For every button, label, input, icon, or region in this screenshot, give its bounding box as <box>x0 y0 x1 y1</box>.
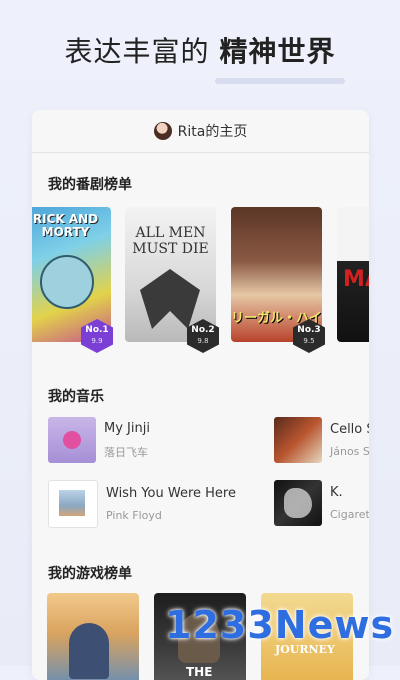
hero-title: 表达丰富的 精神世界 <box>0 30 400 70</box>
drama-poster-text: MA <box>343 267 369 292</box>
hero-title-normal: 表达丰富的 <box>64 35 220 68</box>
drama-poster-text: RICK AND MORTY <box>32 212 99 239</box>
profile-card: Rita的主页 我的番剧榜单 RICK AND MORTY No.1 9.9 A… <box>32 110 369 680</box>
section-title-games: 我的游戏榜单 <box>48 566 132 582</box>
hero-underline <box>215 78 345 84</box>
album-art-hands <box>284 488 312 518</box>
song-artist: 落日飞车 <box>104 445 148 459</box>
character-art <box>40 255 94 309</box>
section-title-dramas: 我的番剧榜单 <box>48 177 132 193</box>
song-artist: Cigaret <box>330 508 369 521</box>
game-poster-1[interactable] <box>47 593 139 680</box>
drama-poster-4[interactable]: MA <box>337 207 369 342</box>
avatar[interactable] <box>153 122 172 140</box>
character-art <box>69 623 109 679</box>
game-poster-text: THE <box>186 665 213 679</box>
song-artist: Pink Floyd <box>106 509 162 522</box>
rank-label: No.3 <box>297 325 321 335</box>
album-art-photo <box>59 490 85 516</box>
rank-label: No.1 <box>85 325 109 335</box>
hero-title-bold: 精神世界 <box>219 35 336 68</box>
album-art-dot <box>63 431 81 449</box>
album-cover <box>48 417 96 463</box>
profile-name: Rita的主页 <box>177 124 248 140</box>
album-cover <box>48 480 98 528</box>
rank-score: 9.8 <box>197 337 209 345</box>
music-item-2[interactable]: Cello S János S <box>274 417 369 463</box>
rank-score: 9.5 <box>303 337 315 345</box>
song-title: Wish You Were Here <box>106 486 236 501</box>
music-item-4[interactable]: K. Cigaret <box>274 480 369 526</box>
section-title-music: 我的音乐 <box>48 389 104 405</box>
rank-label: No.2 <box>191 325 215 335</box>
profile-header[interactable]: Rita的主页 <box>32 110 369 153</box>
song-title: My Jinji <box>104 420 150 436</box>
album-cover <box>274 480 322 526</box>
song-title: K. <box>330 485 343 500</box>
song-title: Cello S <box>330 422 369 437</box>
album-cover <box>274 417 322 463</box>
dragon-art <box>140 269 200 329</box>
music-item-3[interactable]: Wish You Were Here Pink Floyd <box>48 480 236 528</box>
song-artist: János S <box>330 445 369 458</box>
drama-poster-text: ALL MEN MUST DIE <box>132 225 209 257</box>
music-item-1[interactable]: My Jinji 落日飞车 <box>48 417 150 463</box>
rank-score: 9.9 <box>91 337 103 345</box>
drama-list: RICK AND MORTY No.1 9.9 ALL MEN MUST DIE… <box>32 207 369 353</box>
watermark: 1233News <box>165 603 395 647</box>
